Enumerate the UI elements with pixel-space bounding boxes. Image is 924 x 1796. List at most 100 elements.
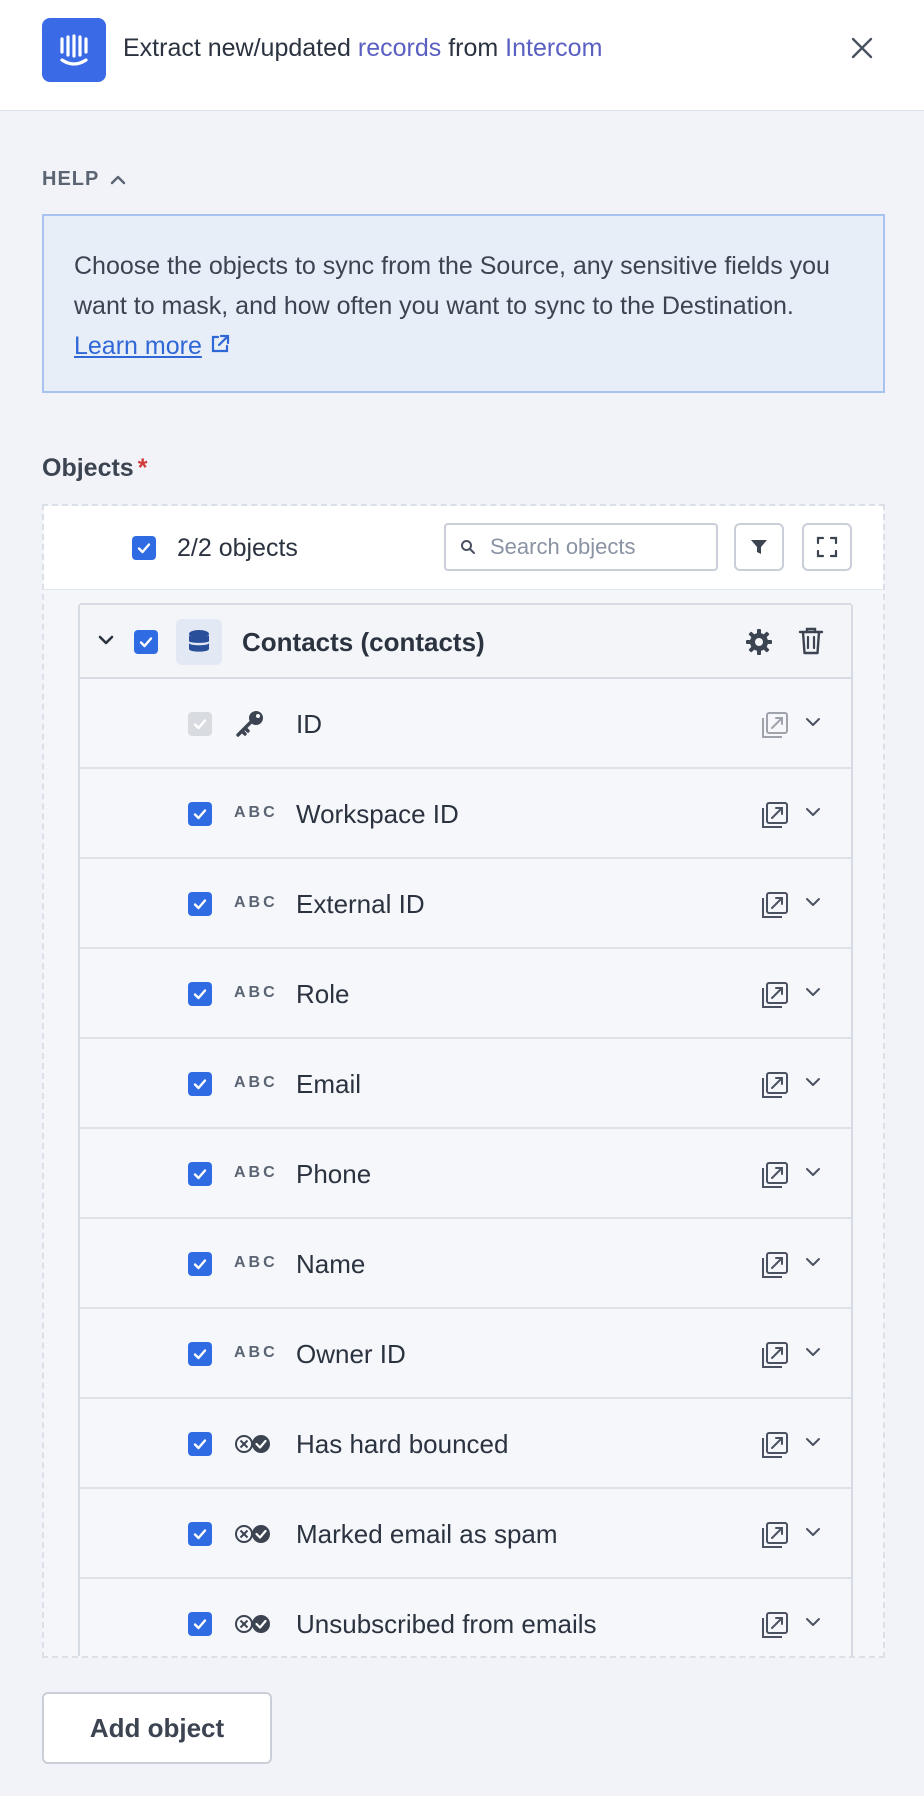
key-icon: [234, 709, 266, 744]
field-checkbox[interactable]: [188, 1072, 212, 1096]
mask-field-button[interactable]: [760, 800, 790, 835]
field-row: Has hard bounced: [80, 1399, 851, 1489]
mask-field-icon: [762, 1432, 788, 1458]
required-asterisk: *: [137, 454, 148, 482]
external-link-icon: [211, 334, 229, 353]
trash-icon[interactable]: [798, 626, 824, 656]
field-expand-button[interactable]: [804, 1255, 822, 1274]
objects-count: 2/2 objects: [177, 534, 298, 562]
checkmark-icon: [137, 543, 151, 554]
help-toggle[interactable]: HELP: [42, 168, 127, 191]
boolean-icon: [235, 1525, 270, 1543]
objects-label: Objects *: [42, 454, 147, 483]
group-title: Contacts (contacts): [242, 627, 485, 657]
title-prefix: Extract new/updated: [123, 34, 351, 62]
field-expand-button[interactable]: [804, 1525, 822, 1544]
string-type-icon: ABC: [234, 1344, 278, 1361]
chevron-up-icon: [111, 175, 126, 184]
field-expand-button[interactable]: [804, 1615, 822, 1634]
chevron-down-icon[interactable]: [804, 985, 822, 999]
page-title: Extract new/updated records from Interco…: [123, 34, 602, 63]
string-type-icon: ABC: [234, 894, 278, 911]
title-source: Intercom: [505, 34, 603, 62]
mask-field-button[interactable]: [760, 1430, 790, 1465]
field-name: Name: [296, 1249, 366, 1279]
checkmark-icon: [193, 719, 207, 730]
chevron-down-icon[interactable]: [804, 1075, 822, 1089]
field-checkbox[interactable]: [188, 1252, 212, 1276]
field-row: ABC Owner ID: [80, 1309, 851, 1399]
field-expand-button[interactable]: [804, 985, 822, 1004]
field-expand-button[interactable]: [804, 805, 822, 824]
field-checkbox[interactable]: [188, 802, 212, 826]
expand-icon: [816, 536, 838, 558]
field-checkbox[interactable]: [188, 1432, 212, 1456]
field-expand-button[interactable]: [804, 895, 822, 914]
mask-field-button[interactable]: [760, 890, 790, 925]
mask-field-button[interactable]: [760, 710, 790, 745]
mask-field-button[interactable]: [760, 1160, 790, 1195]
chevron-down-icon[interactable]: [804, 1165, 822, 1179]
field-expand-button[interactable]: [804, 1345, 822, 1364]
object-group-contacts: Contacts (contacts) ID ABC Workspace ID …: [78, 603, 853, 1656]
field-name: Unsubscribed from emails: [296, 1609, 597, 1639]
chevron-down-icon[interactable]: [804, 895, 822, 909]
close-button[interactable]: [848, 34, 876, 62]
mask-field-button[interactable]: [760, 1250, 790, 1285]
field-checkbox[interactable]: [188, 1342, 212, 1366]
select-all-checkbox[interactable]: [132, 536, 156, 560]
chevron-down-icon[interactable]: [804, 1615, 822, 1629]
add-object-button[interactable]: Add object: [42, 1692, 272, 1764]
mask-field-icon: [762, 1612, 788, 1638]
boolean-icon: [235, 1435, 270, 1453]
mask-field-button[interactable]: [760, 1520, 790, 1555]
field-checkbox[interactable]: [188, 982, 212, 1006]
field-row: ID: [80, 679, 851, 769]
intercom-logo-icon: [42, 18, 106, 82]
chevron-down-icon[interactable]: [804, 1525, 822, 1539]
gear-icon[interactable]: [744, 627, 774, 657]
field-row: ABC Workspace ID: [80, 769, 851, 859]
chevron-down-icon[interactable]: [804, 1255, 822, 1269]
mask-field-button[interactable]: [760, 1340, 790, 1375]
checkmark-icon: [193, 989, 207, 1000]
search-input[interactable]: [490, 534, 690, 560]
field-checkbox[interactable]: [188, 1162, 212, 1186]
filter-button[interactable]: [734, 523, 784, 571]
chevron-down-icon[interactable]: [96, 630, 116, 650]
field-expand-button[interactable]: [804, 1435, 822, 1454]
field-expand-button[interactable]: [804, 1075, 822, 1094]
field-row: Unsubscribed from emails: [80, 1579, 851, 1656]
chevron-down-icon[interactable]: [804, 805, 822, 819]
field-row: Marked email as spam: [80, 1489, 851, 1579]
string-type-icon: ABC: [234, 804, 278, 821]
chevron-down-icon[interactable]: [804, 715, 822, 729]
learn-more-link[interactable]: Learn more: [74, 332, 202, 360]
help-label: HELP: [42, 168, 100, 190]
mask-field-icon: [762, 802, 788, 828]
field-row: ABC External ID: [80, 859, 851, 949]
mask-field-icon: [762, 712, 788, 738]
field-row: ABC Phone: [80, 1129, 851, 1219]
search-box: [444, 523, 718, 571]
checkmark-icon: [193, 1349, 207, 1360]
expand-button[interactable]: [802, 523, 852, 571]
chevron-down-icon[interactable]: [804, 1345, 822, 1359]
string-type-icon: ABC: [234, 984, 278, 1001]
mask-field-button[interactable]: [760, 980, 790, 1015]
chevron-down-icon[interactable]: [804, 1435, 822, 1449]
field-checkbox[interactable]: [188, 892, 212, 916]
string-type-icon: ABC: [234, 1164, 278, 1181]
field-checkbox[interactable]: [188, 1522, 212, 1546]
mask-field-button[interactable]: [760, 1070, 790, 1105]
field-expand-button[interactable]: [804, 715, 822, 734]
group-checkbox[interactable]: [134, 630, 158, 654]
group-header: Contacts (contacts): [80, 605, 851, 679]
mask-field-button[interactable]: [760, 1610, 790, 1645]
checkmark-icon: [193, 1439, 207, 1450]
search-icon: [461, 540, 475, 554]
field-checkbox[interactable]: [188, 1612, 212, 1636]
boolean-type-icon: [234, 1613, 272, 1640]
string-type-icon: ABC: [234, 1074, 278, 1091]
field-expand-button[interactable]: [804, 1165, 822, 1184]
